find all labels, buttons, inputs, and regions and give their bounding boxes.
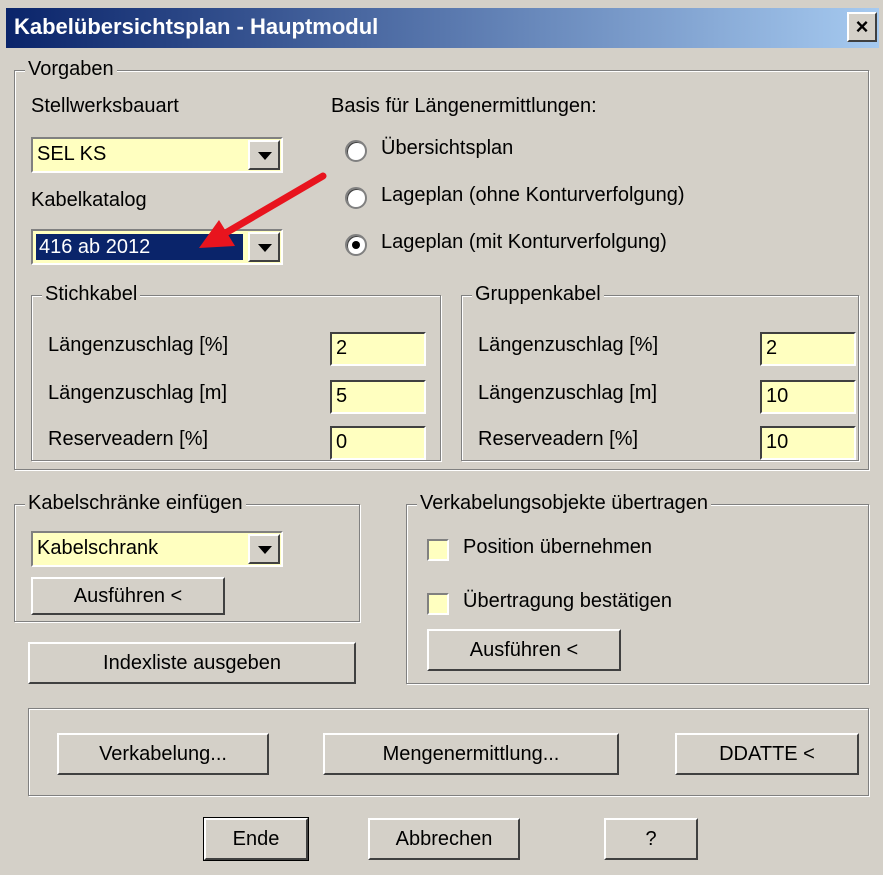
stellwerksbauart-value: SEL KS	[37, 143, 107, 165]
stichkabel-group: Stichkabel Längenzuschlag [%] 2 Längenzu…	[31, 283, 441, 461]
kabelschrank-select[interactable]: Kabelschrank	[31, 531, 283, 567]
kabelschrank-execute-button[interactable]: Ausführen <	[31, 577, 225, 615]
radio-lageplan-ohne-button[interactable]	[345, 187, 367, 209]
kabelschraenke-group: Kabelschränke einfügen Kabelschrank Ausf…	[14, 492, 360, 622]
vorgaben-group: Vorgaben Stellwerksbauart SEL KS Kabelka…	[14, 58, 869, 470]
window-title: Kabelübersichtsplan - Hauptmodul	[14, 14, 379, 39]
stich-laengenzuschlag-meter-input[interactable]: 5	[330, 380, 426, 414]
verkabelungsobjekte-legend: Verkabelungsobjekte übertragen	[417, 492, 711, 515]
position-uebernehmen-box[interactable]	[427, 539, 449, 561]
uebertragung-bestaetigen-box[interactable]	[427, 593, 449, 615]
indexliste-button[interactable]: Indexliste ausgeben	[28, 642, 356, 684]
verkabelungsobjekte-execute-button[interactable]: Ausführen <	[427, 629, 621, 671]
gruppe-laengenzuschlag-prozent-input[interactable]: 2	[760, 332, 856, 366]
gruppenkabel-legend: Gruppenkabel	[472, 283, 604, 306]
gruppe-reserveadern-label: Reserveadern [%]	[478, 428, 639, 450]
stich-reserveadern-input[interactable]: 0	[330, 426, 426, 460]
stich-laengenzuschlag-prozent-label: Längenzuschlag [%]	[48, 334, 229, 356]
abbrechen-button[interactable]: Abbrechen	[368, 818, 520, 860]
chevron-down-icon[interactable]	[248, 140, 280, 170]
ende-button[interactable]: Ende	[203, 817, 309, 861]
gruppe-reserveadern-input[interactable]: 10	[760, 426, 856, 460]
mengenermittlung-button[interactable]: Mengenermittlung...	[323, 733, 619, 775]
help-button[interactable]: ?	[604, 818, 698, 860]
gruppe-laengenzuschlag-meter-label: Längenzuschlag [m]	[478, 382, 658, 404]
vorgaben-legend: Vorgaben	[25, 58, 117, 81]
actions-panel: Verkabelung... Mengenermittlung... DDATT…	[28, 708, 869, 796]
kabelschrank-value: Kabelschrank	[37, 537, 159, 559]
stellwerksbauart-label: Stellwerksbauart	[31, 95, 179, 117]
stich-reserveadern-label: Reserveadern [%]	[48, 428, 209, 450]
radio-uebersichtsplan-button[interactable]	[345, 140, 367, 162]
gruppenkabel-group: Gruppenkabel Längenzuschlag [%] 2 Längen…	[461, 283, 859, 461]
ddatte-button[interactable]: DDATTE <	[675, 733, 859, 775]
chevron-down-icon[interactable]	[248, 534, 280, 564]
stich-laengenzuschlag-meter-label: Längenzuschlag [m]	[48, 382, 228, 404]
uebertragung-bestaetigen-label[interactable]: Übertragung bestätigen	[463, 590, 672, 613]
kabelschraenke-legend: Kabelschränke einfügen	[25, 492, 246, 515]
radio-lageplan-mit-button[interactable]	[345, 234, 367, 256]
annotation-arrow-icon	[199, 172, 327, 248]
radio-lageplan-mit-label[interactable]: Lageplan (mit Konturverfolgung)	[381, 231, 667, 254]
position-uebernehmen-label[interactable]: Position übernehmen	[463, 536, 652, 559]
close-button[interactable]: ×	[847, 12, 877, 42]
close-icon: ×	[855, 14, 869, 39]
gruppe-laengenzuschlag-meter-input[interactable]: 10	[760, 380, 856, 414]
gruppe-laengenzuschlag-prozent-label: Längenzuschlag [%]	[478, 334, 659, 356]
basis-label: Basis für Längenermittlungen:	[331, 95, 597, 117]
stichkabel-legend: Stichkabel	[42, 283, 141, 306]
verkabelungsobjekte-group: Verkabelungsobjekte übertragen Position …	[406, 492, 869, 684]
kabelkatalog-label: Kabelkatalog	[31, 189, 147, 211]
radio-uebersichtsplan-label[interactable]: Übersichtsplan	[381, 137, 513, 160]
stich-laengenzuschlag-prozent-input[interactable]: 2	[330, 332, 426, 366]
title-bar[interactable]: Kabelübersichtsplan - Hauptmodul ×	[6, 8, 879, 48]
dialog-window: Kabelübersichtsplan - Hauptmodul × Vorga…	[0, 0, 883, 875]
radio-lageplan-ohne-label[interactable]: Lageplan (ohne Konturverfolgung)	[381, 184, 685, 207]
verkabelung-button[interactable]: Verkabelung...	[57, 733, 269, 775]
